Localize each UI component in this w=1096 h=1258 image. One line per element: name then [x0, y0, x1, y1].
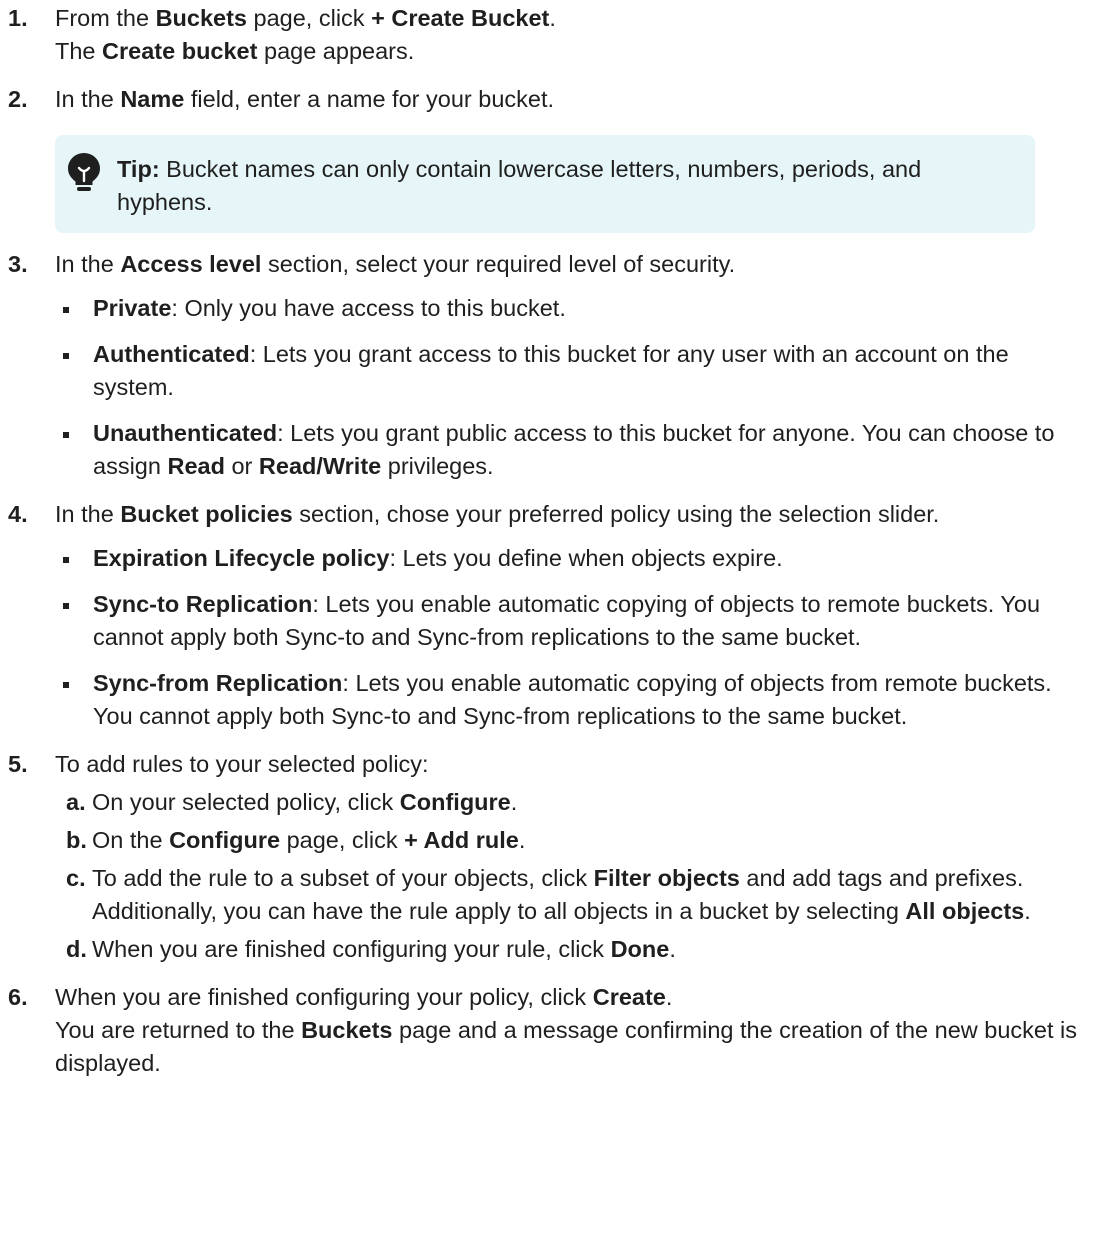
- ui-term: Create: [592, 984, 666, 1010]
- ui-term: + Add rule: [404, 827, 519, 853]
- option-name: Private: [93, 295, 172, 321]
- step-number: 4.: [8, 501, 28, 527]
- ui-term: Configure: [399, 789, 511, 815]
- step-text: section, select your required level of s…: [261, 251, 736, 277]
- step-text: section, chose your preferred policy usi…: [292, 501, 940, 527]
- step-text: In the: [55, 251, 121, 277]
- ui-term: Name: [120, 86, 185, 112]
- square-bullet-icon: [63, 557, 69, 563]
- step-2: 2. In the Name field, enter a name for y…: [8, 83, 1092, 233]
- tip-text: Bucket names can only contain lowercase …: [117, 156, 922, 215]
- option-description: : Lets you define when objects expire.: [389, 545, 783, 571]
- substep-text: .: [510, 789, 518, 815]
- step-6: 6. When you are finished configuring you…: [8, 981, 1092, 1080]
- bucket-policies-list: Expiration Lifecycle policy: Lets you de…: [55, 542, 1092, 733]
- square-bullet-icon: [63, 353, 69, 359]
- substep: b. On the Configure page, click + Add rul…: [55, 824, 1092, 857]
- step-number: 1.: [8, 5, 28, 31]
- step-3: 3. In the Access level section, select y…: [8, 248, 1092, 483]
- step-4: 4. In the Bucket policies section, chose…: [8, 498, 1092, 733]
- step-text: .: [549, 5, 556, 31]
- step-text: In the: [55, 501, 121, 527]
- ui-term: + Create Bucket: [371, 5, 550, 31]
- access-level-list: Private: Only you have access to this bu…: [55, 292, 1092, 483]
- substep: c. To add the rule to a subset of your ob…: [55, 862, 1092, 928]
- ui-term: Done: [610, 936, 670, 962]
- substep-letter: b.: [66, 827, 87, 853]
- step-result-text: You are returned to the: [55, 1017, 302, 1043]
- option-name: Sync-from Replication: [93, 670, 343, 696]
- ui-term: Read: [167, 453, 225, 479]
- substep-text: On your selected policy, click: [92, 789, 400, 815]
- list-item: Unauthenticated: Lets you grant public a…: [55, 417, 1092, 483]
- ui-term: Bucket policies: [120, 501, 293, 527]
- step-5: 5. To add rules to your selected policy:…: [8, 748, 1092, 966]
- step-number: 2.: [8, 86, 28, 112]
- ui-term: Create bucket: [102, 38, 258, 64]
- option-description: privileges.: [381, 453, 494, 479]
- square-bullet-icon: [63, 682, 69, 688]
- step-text: In the: [55, 86, 121, 112]
- step-number: 3.: [8, 251, 28, 277]
- tip-callout: Tip: Bucket names can only contain lower…: [55, 135, 1035, 233]
- substep-letter: a.: [66, 789, 86, 815]
- procedure-document: 1. From the Buckets page, click + Create…: [0, 0, 1092, 1080]
- step-text: .: [665, 984, 673, 1010]
- option-name: Unauthenticated: [93, 420, 278, 446]
- square-bullet-icon: [63, 432, 69, 438]
- ui-term: Buckets: [155, 5, 247, 31]
- step-result-text: The: [55, 38, 103, 64]
- substep-text: page, click: [280, 827, 405, 853]
- option-description: : Only you have access to this bucket.: [171, 295, 566, 321]
- steps-list: 1. From the Buckets page, click + Create…: [8, 2, 1092, 1080]
- ui-term: Buckets: [301, 1017, 393, 1043]
- substep-text: When you are finished configuring your r…: [92, 936, 611, 962]
- step-text: From the: [55, 5, 156, 31]
- step-text: To add rules to your selected policy:: [55, 751, 429, 777]
- option-name: Sync-to Replication: [93, 591, 313, 617]
- substep-text: .: [518, 827, 526, 853]
- substep-text: On the: [92, 827, 170, 853]
- substep-text: .: [1024, 898, 1031, 924]
- lightbulb-icon: [68, 153, 100, 191]
- substep-letter: c.: [66, 865, 86, 891]
- step-text: page, click: [247, 5, 372, 31]
- square-bullet-icon: [63, 307, 69, 313]
- ui-term: Read/Write: [258, 453, 382, 479]
- substep: d. When you are finished configuring your…: [55, 933, 1092, 966]
- option-name: Authenticated: [93, 341, 250, 367]
- tip-label: Tip:: [117, 156, 160, 182]
- list-item: Sync-from Replication: Lets you enable a…: [55, 667, 1092, 733]
- step-1: 1. From the Buckets page, click + Create…: [8, 2, 1092, 68]
- square-bullet-icon: [63, 603, 69, 609]
- ui-term: Filter objects: [593, 865, 740, 891]
- substep-text: .: [669, 936, 676, 962]
- ui-term: Configure: [169, 827, 281, 853]
- substep-letter: d.: [66, 936, 87, 962]
- step-number: 6.: [8, 984, 28, 1010]
- list-item: Authenticated: Lets you grant access to …: [55, 338, 1092, 404]
- list-item: Expiration Lifecycle policy: Lets you de…: [55, 542, 1092, 575]
- option-name: Expiration Lifecycle policy: [93, 545, 390, 571]
- substep: a. On your selected policy, click Configu…: [55, 786, 1092, 819]
- step-number: 5.: [8, 751, 28, 777]
- ui-term: All objects: [905, 898, 1025, 924]
- list-item: Sync-to Replication: Lets you enable aut…: [55, 588, 1092, 654]
- step-result-text: page appears.: [257, 38, 415, 64]
- ui-term: Access level: [120, 251, 262, 277]
- step-text: When you are finished configuring your p…: [55, 984, 593, 1010]
- list-item: Private: Only you have access to this bu…: [55, 292, 1092, 325]
- option-description: or: [224, 453, 259, 479]
- step-text: field, enter a name for your bucket.: [184, 86, 555, 112]
- rule-substeps-list: a. On your selected policy, click Configu…: [55, 786, 1092, 966]
- substep-text: To add the rule to a subset of your obje…: [92, 865, 594, 891]
